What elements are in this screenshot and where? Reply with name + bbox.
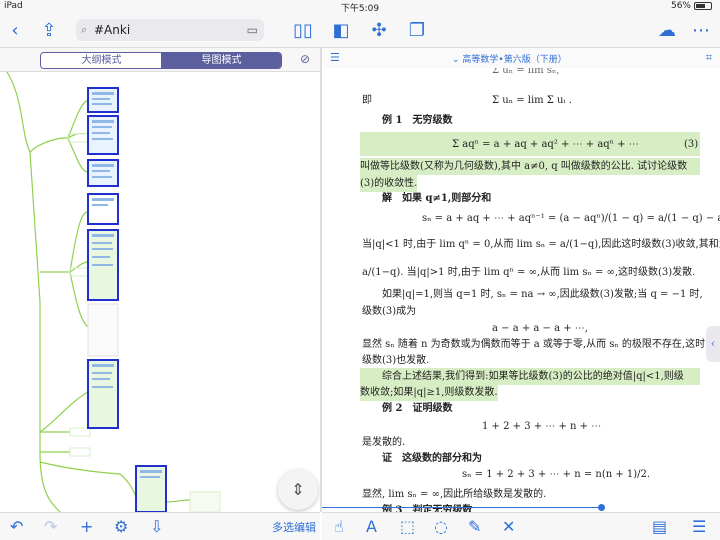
collapse-float-button[interactable]: ⇕ — [278, 470, 318, 510]
proof-heading: 证 这级数的部分和为 — [382, 453, 482, 464]
tab-outline-mode[interactable]: 大纲模式 — [41, 53, 162, 68]
text-line: 即 — [362, 95, 372, 106]
formula: Σ aqⁿ = a + aq + aq² + ⋯ + aqⁿ + ⋯ — [452, 139, 639, 150]
status-bar: iPad 下午5:09 56% — [0, 0, 720, 14]
formula: a − a + a − a + ⋯, — [492, 323, 588, 334]
back-chevron-icon[interactable]: ‹ — [4, 20, 26, 42]
eraser-icon[interactable]: ✕ — [502, 517, 515, 536]
formula: sₙ = a + aq + ⋯ + aqⁿ⁻¹ = (a − aqⁿ)/(1 −… — [422, 213, 720, 224]
mindmap-node[interactable] — [69, 447, 91, 457]
battery-indicator: 56% — [671, 1, 712, 11]
side-panel-tab[interactable]: ‹ — [706, 326, 720, 362]
rect-select-icon[interactable]: ⬚ — [400, 517, 415, 536]
search-icon: ⌕ — [81, 23, 88, 36]
mindmap-branch — [67, 137, 89, 173]
open-book-icon[interactable]: ▯▯ — [292, 20, 314, 42]
left-bottom-toolbar: ↶ ↷ + ⚙ ⇩ 多选编辑 — [0, 512, 320, 540]
mindmap-branch — [6, 72, 61, 512]
search-input[interactable]: ⌕ #Anki ▭ — [76, 19, 264, 41]
equation-number: (3) — [684, 139, 699, 150]
search-value: #Anki — [94, 23, 131, 37]
page-slider-thumb[interactable] — [598, 504, 605, 511]
highlighted-text: 综合上述结果,我们得到:如果等比级数(3)的公比的绝对值|q|<1,则级 — [360, 368, 700, 385]
mindmap-icon[interactable]: ✣ — [368, 20, 390, 42]
annotation-toolbar: ☝ A ⬚ ◌ ✎ ✕ ▤ ☰ — [322, 512, 720, 540]
text-line: 显然 sₙ 随着 n 为奇数或为偶数而等于 a 或等于零,从而 sₙ 的极限不存… — [362, 339, 706, 350]
text-line: 当|q|<1 时,由于 lim qⁿ = 0,从而 lim sₙ = a/(1−… — [362, 239, 720, 250]
battery-icon — [694, 1, 712, 10]
comment-icon[interactable]: ☰ — [692, 517, 706, 536]
battery-percent: 56% — [670, 1, 691, 11]
example-heading: 例 1 无穷级数 — [382, 115, 453, 126]
tab-mindmap-mode[interactable]: 导图模式 — [161, 53, 281, 68]
crop-icon[interactable]: ⌗ — [706, 51, 712, 65]
formula: Σ uₙ = lim Σ uᵢ . — [492, 95, 572, 106]
formula: sₙ = 1 + 2 + 3 + ⋯ + n = n(n + 1)/2. — [462, 469, 651, 480]
anki-card[interactable] — [87, 159, 119, 187]
settings-icon[interactable]: ⚙ — [114, 517, 128, 536]
multi-select-button[interactable]: 多选编辑 — [272, 519, 316, 535]
mindmap-branch — [39, 461, 121, 475]
clock: 下午5:09 — [340, 4, 380, 14]
share-icon[interactable]: ⇪ — [38, 20, 60, 42]
mindmap-canvas[interactable] — [0, 72, 320, 512]
layout-icon[interactable]: ▤ — [652, 517, 667, 536]
solution-heading: 解 如果 q≠1,则部分和 — [382, 193, 492, 204]
formula: 1 + 2 + 3 + ⋯ + n + ⋯ — [482, 421, 602, 432]
highlighted-text: 叫做等比级数(又称为几何级数),其中 a≠0, q 叫做级数的公比. 试讨论级数 — [360, 158, 700, 175]
mindmap-branch — [39, 391, 89, 433]
anki-card[interactable] — [87, 359, 119, 429]
example-heading: 例 2 证明级数 — [382, 403, 453, 414]
text-line: 级数(3)也发散. — [362, 355, 430, 366]
text-line: Σ uₙ = lim sₙ, — [492, 68, 560, 76]
redo-icon[interactable]: ↷ — [44, 517, 57, 536]
mindmap-branch — [119, 473, 137, 498]
undo-icon[interactable]: ↶ — [10, 517, 23, 536]
window-icon[interactable]: ❐ — [406, 20, 428, 42]
more-icon[interactable]: ⋯ — [690, 20, 712, 42]
anki-card[interactable] — [87, 303, 119, 357]
mindmap-branch — [69, 261, 89, 273]
card-group — [87, 87, 221, 512]
left-panel-header: 大纲模式 导图模式 ⊘ — [0, 48, 320, 72]
document-page[interactable]: Σ uₙ = lim sₙ, 即 Σ uₙ = lim Σ uᵢ . 例 1 无… — [322, 68, 720, 512]
text-line: 级数(3)成为 — [362, 306, 417, 317]
add-icon[interactable]: + — [80, 517, 93, 536]
eye-hidden-icon[interactable]: ⊘ — [300, 52, 310, 66]
book-title-text: 高等数学•第六版（下册） — [462, 55, 567, 65]
highlighted-text: 数收敛;如果|q|≥1,则级数发散. — [360, 384, 498, 401]
top-toolbar: ‹ ⇪ ⌕ #Anki ▭ ▯▯ ◧ ✣ ❐ ☁ ⋯ — [0, 14, 720, 48]
text-line: 显然, lim sₙ = ∞,因此所给级数是发散的. — [362, 489, 547, 500]
lasso-icon[interactable]: ◌ — [434, 517, 448, 536]
book-title[interactable]: ⌄ 高等数学•第六版（下册） — [452, 52, 567, 65]
text-line: a/(1−q). 当|q|>1 时,由于 lim qⁿ = ∞,从而 lim s… — [362, 267, 696, 278]
mindmap-node[interactable] — [67, 133, 91, 143]
mindmap-branch — [29, 137, 69, 153]
page-list-icon[interactable]: ☰ — [330, 51, 340, 64]
mindmap-svg — [6, 72, 221, 512]
mindmap-node[interactable] — [69, 427, 91, 437]
mindmap-branch — [165, 499, 191, 503]
anki-card[interactable] — [189, 491, 221, 512]
mode-segmented-control: 大纲模式 导图模式 — [40, 52, 282, 69]
pen-icon[interactable]: ✎ — [468, 517, 481, 536]
text-line: 是发散的. — [362, 437, 406, 448]
book-icon[interactable]: ▭ — [247, 19, 258, 41]
mindmap-branch — [67, 99, 89, 139]
page-slider-track[interactable] — [322, 507, 602, 508]
hand-icon[interactable]: ☝ — [334, 517, 344, 536]
document-header: ☰ ⌄ 高等数学•第六版（下册） ⌗ — [322, 48, 720, 68]
split-view-icon[interactable]: ◧ — [330, 20, 352, 42]
highlight-text: 综合上述结果,我们得到:如果等比级数(3)的公比的绝对值|q|<1,则级 — [382, 371, 684, 382]
text-tool-icon[interactable]: A — [366, 517, 377, 536]
import-icon[interactable]: ⇩ — [150, 517, 163, 536]
cloud-icon[interactable]: ☁ — [656, 20, 678, 42]
mindmap-branch — [69, 271, 89, 328]
text-line: 如果|q|=1,则当 q=1 时, sₙ = na → ∞,因此级数(3)发散;… — [382, 289, 703, 300]
